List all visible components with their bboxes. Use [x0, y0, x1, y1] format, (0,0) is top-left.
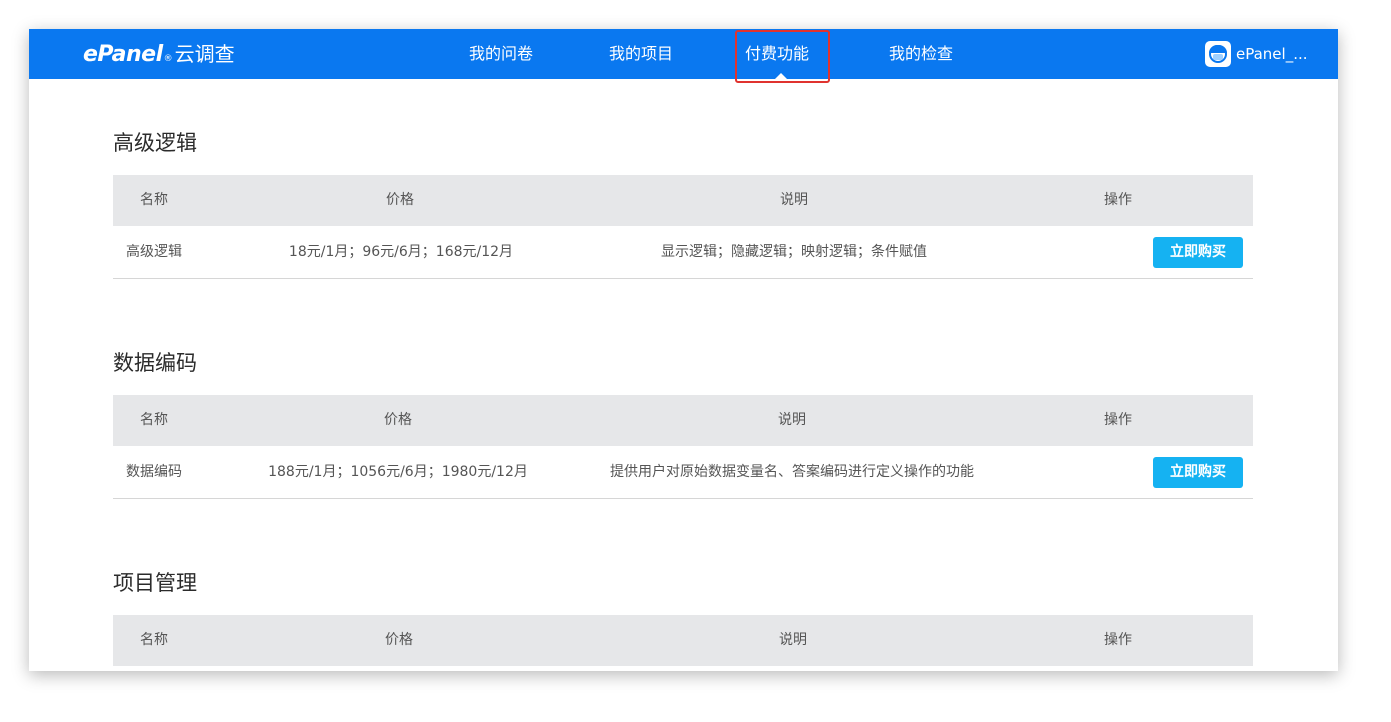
- section-project-management: 项目管理 名称 价格 说明 操作: [113, 567, 1253, 671]
- table-header: 名称 价格 说明 操作: [113, 175, 1253, 226]
- nav-my-surveys[interactable]: 我的问卷: [469, 29, 533, 79]
- top-nav-bar: ePanel ® 云调查 我的问卷 我的项目 付费功能 我的检查 ePanel_…: [29, 29, 1338, 83]
- avatar-mask-icon: [1213, 54, 1223, 60]
- row-price: 188元/1月；1056元/6月；1980元/12月: [268, 464, 528, 480]
- user-menu[interactable]: ePanel_...: [1205, 41, 1308, 67]
- buy-now-button[interactable]: 立即购买: [1153, 237, 1243, 268]
- row-desc: 提供用户对原始数据变量名、答案编码进行定义操作的功能: [610, 464, 974, 480]
- col-header-action: 操作: [1104, 412, 1132, 428]
- col-header-action: 操作: [1104, 632, 1132, 648]
- browser-viewport: ePanel ® 云调查 我的问卷 我的项目 付费功能 我的检查 ePanel_…: [29, 29, 1338, 671]
- col-header-name: 名称: [140, 632, 168, 648]
- section-title: 高级逻辑: [113, 131, 197, 155]
- row-price: 18元/1月；96元/6月；168元/12月: [288, 244, 514, 260]
- logo-brand: ePanel: [83, 42, 163, 67]
- table-header: 名称 价格 说明 操作: [113, 615, 1253, 666]
- col-header-price: 价格: [385, 632, 413, 648]
- row-name: 数据编码: [126, 464, 182, 480]
- buy-now-button[interactable]: 立即购买: [1153, 457, 1243, 488]
- row-name: 高级逻辑: [126, 244, 182, 260]
- table-row: 高级逻辑 18元/1月；96元/6月；168元/12月 显示逻辑；隐藏逻辑；映射…: [113, 226, 1253, 279]
- col-header-action: 操作: [1104, 192, 1132, 208]
- section-title: 项目管理: [113, 571, 197, 595]
- col-header-name: 名称: [140, 412, 168, 428]
- nav-my-projects[interactable]: 我的项目: [609, 29, 673, 79]
- epanel-logo[interactable]: ePanel ® 云调查: [83, 38, 235, 70]
- col-header-price: 价格: [384, 412, 412, 428]
- nav-active-caret-icon: [775, 73, 787, 79]
- avatar: [1205, 41, 1231, 67]
- col-header-name: 名称: [140, 192, 168, 208]
- table-row: 数据编码 188元/1月；1056元/6月；1980元/12月 提供用户对原始数…: [113, 446, 1253, 499]
- user-name: ePanel_...: [1236, 45, 1308, 63]
- section-data-coding: 数据编码 名称 价格 说明 操作 数据编码 188元/1月；1056元/6月；1…: [113, 347, 1253, 507]
- avatar-hair-icon: [1209, 45, 1227, 53]
- col-header-desc: 说明: [779, 632, 807, 648]
- col-header-desc: 说明: [778, 412, 806, 428]
- table-header: 名称 价格 说明 操作: [113, 395, 1253, 446]
- col-header-desc: 说明: [780, 192, 808, 208]
- section-title: 数据编码: [113, 351, 197, 375]
- logo-registered-mark: ®: [163, 54, 173, 64]
- logo-name: 云调查: [174, 42, 235, 66]
- col-header-price: 价格: [386, 192, 414, 208]
- section-advanced-logic: 高级逻辑 名称 价格 说明 操作 高级逻辑 18元/1月；96元/6月；168元…: [113, 127, 1253, 287]
- nav-my-checks[interactable]: 我的检查: [889, 29, 953, 79]
- row-desc: 显示逻辑；隐藏逻辑；映射逻辑；条件赋值: [661, 244, 927, 260]
